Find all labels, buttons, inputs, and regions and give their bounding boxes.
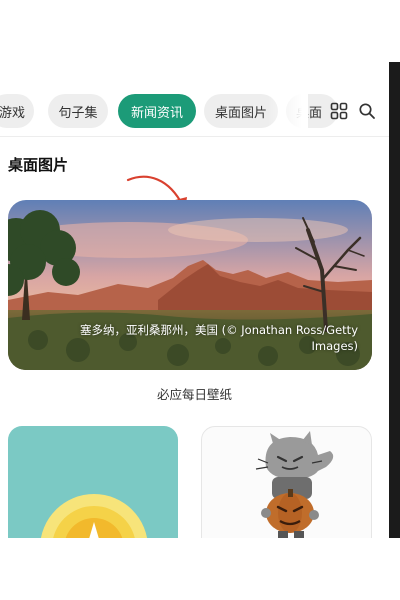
sunburst-illustration [40,494,148,538]
section-title: 桌面图片 [8,156,69,174]
device-edge [389,62,400,538]
tab-games[interactable]: 游戏 [0,94,34,128]
grid-icon[interactable] [326,98,352,124]
tab-news[interactable]: 新闻资讯 [118,94,196,128]
app-screen: 游戏 句子集 新闻资讯 桌面图片 桌面 桌面图片 塞多纳，亚利桑那州，美国 (©… [0,62,389,538]
wallpaper-thumbnail-sun[interactable] [8,426,178,538]
search-icon[interactable] [354,98,380,124]
category-tab-bar: 游戏 句子集 新闻资讯 桌面图片 桌面 [0,94,389,132]
tab-quotes[interactable]: 句子集 [48,94,108,128]
tab-fade-overlay [268,94,308,128]
tab-wallpapers[interactable]: 桌面图片 [204,94,278,128]
featured-wallpaper-card[interactable]: 塞多纳，亚利桑那州，美国 (© Jonathan Ross/Getty Imag… [8,200,372,370]
cat-pumpkin-illustration [255,431,334,538]
wallpaper-source-label: 必应每日壁纸 [156,387,232,402]
wallpaper-thumbnail-character[interactable] [201,426,372,538]
wallpaper-caption: 塞多纳，亚利桑那州，美国 (© Jonathan Ross/Getty Imag… [79,323,358,353]
divider [0,136,389,137]
